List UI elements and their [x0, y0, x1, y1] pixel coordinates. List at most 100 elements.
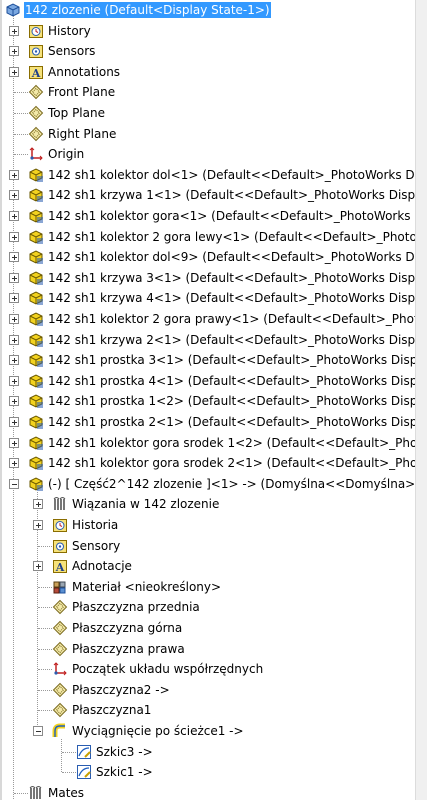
tree-connector — [38, 546, 52, 547]
part-feature-row[interactable]: Płaszczyzna przednia — [0, 597, 415, 617]
collapse-toggle[interactable] — [33, 726, 43, 736]
component-row[interactable]: 142 sh1 kolektor dol<1> (Default<<Defaul… — [0, 165, 415, 185]
component-row[interactable]: 142 sh1 prostka 2<1> (Default<<Default>_… — [0, 412, 415, 432]
component-row[interactable]: 142 sh1 kolektor gora srodek 1<2> (Defau… — [0, 433, 415, 453]
expand-toggle[interactable] — [9, 190, 19, 200]
component-label: 142 sh1 kolektor 2 gora lewy<1> (Default… — [48, 230, 415, 244]
component-label: 142 sh1 krzywa 1<1> (Default<<Default>_P… — [48, 188, 415, 202]
feature-label: Początek układu współrzędnych — [72, 662, 264, 676]
expand-toggle[interactable] — [9, 314, 19, 324]
tree-connector — [38, 690, 52, 691]
expand-toggle[interactable] — [9, 335, 19, 345]
component-row[interactable]: 142 sh1 prostka 1<2> (Default<<Default>_… — [0, 391, 415, 411]
component-row[interactable]: 142 sh1 krzywa 3<1> (Default<<Default>_P… — [0, 268, 415, 288]
tree-item-right-plane[interactable]: Right Plane — [0, 124, 415, 144]
tree-item-annotations[interactable]: A Annotations — [0, 62, 415, 82]
plane-icon — [52, 599, 68, 615]
part-feature-row[interactable]: Płaszczyzna górna — [0, 618, 415, 638]
expand-toggle[interactable] — [9, 376, 19, 386]
expand-toggle[interactable] — [9, 417, 19, 427]
component-row[interactable]: 142 sh1 kolektor dol<9> (Default<<Defaul… — [0, 247, 415, 267]
part-icon — [28, 187, 44, 203]
expand-toggle[interactable] — [9, 273, 19, 283]
part-feature-row[interactable]: Płaszczyzna prawa — [0, 639, 415, 659]
feature-label: Płaszczyzna2 -> — [72, 683, 170, 697]
component-row[interactable]: 142 sh1 krzywa 2<1> (Default<<Default>_P… — [0, 330, 415, 350]
plane-icon — [28, 105, 44, 121]
vertical-scrollbar[interactable] — [415, 0, 427, 800]
feature-label: Płaszczyzna prawa — [72, 642, 185, 656]
component-label: 142 sh1 kolektor dol<1> (Default<<Defaul… — [48, 168, 415, 182]
component-row[interactable]: 142 sh1 krzywa 1<1> (Default<<Default>_P… — [0, 185, 415, 205]
tree-item-top-plane[interactable]: Top Plane — [0, 103, 415, 123]
tree-item-mates[interactable]: Mates — [0, 783, 415, 800]
feature-label: Płaszczyzna górna — [72, 621, 183, 635]
expand-toggle[interactable] — [9, 438, 19, 448]
expand-toggle[interactable] — [9, 170, 19, 180]
component-label: 142 sh1 prostka 2<1> (Default<<Default>_… — [48, 415, 415, 429]
feature-label: Materiał <nieokreślony> — [72, 580, 222, 594]
expand-toggle[interactable] — [33, 499, 43, 509]
part-feature-row[interactable]: Wiązania w 142 zlozenie — [0, 494, 415, 514]
tree-connector — [14, 113, 28, 114]
tree-connector — [38, 587, 52, 588]
expand-toggle[interactable] — [9, 232, 19, 242]
part-feature-row[interactable]: Płaszczyzna2 -> — [0, 680, 415, 700]
component-label: 142 sh1 kolektor gora srodek 2<1> (Defau… — [48, 456, 415, 470]
expand-toggle[interactable] — [33, 561, 43, 571]
sketch-row[interactable]: Szkic3 -> — [0, 742, 415, 762]
sketch-row[interactable]: Szkic1 -> — [0, 762, 415, 782]
tree-item-origin[interactable]: Origin — [0, 144, 415, 164]
component-label: 142 sh1 prostka 3<1> (Default<<Default>_… — [48, 353, 415, 367]
virtual-part-row[interactable]: (-) [ Część2^142 zlozenie ]<1> -> (Domyś… — [0, 474, 415, 494]
expand-toggle[interactable] — [9, 396, 19, 406]
svg-text:A: A — [31, 67, 41, 80]
part-feature-row[interactable]: Początek układu współrzędnych — [0, 659, 415, 679]
expand-toggle[interactable] — [9, 46, 19, 56]
component-row[interactable]: 142 sh1 prostka 3<1> (Default<<Default>_… — [0, 350, 415, 370]
component-row[interactable]: 142 sh1 kolektor gora srodek 2<1> (Defau… — [0, 453, 415, 473]
component-label: 142 sh1 prostka 1<2> (Default<<Default>_… — [48, 394, 415, 408]
expand-toggle[interactable] — [9, 355, 19, 365]
collapse-toggle[interactable] — [9, 479, 19, 489]
node-label: Mates — [48, 786, 85, 800]
component-row[interactable]: 142 sh1 prostka 4<1> (Default<<Default>_… — [0, 371, 415, 391]
component-row[interactable]: 142 sh1 kolektor 2 gora lewy<1> (Default… — [0, 227, 415, 247]
tree-connector — [14, 134, 28, 135]
expand-toggle[interactable] — [9, 26, 19, 36]
tree-item-history[interactable]: History — [0, 21, 415, 41]
component-row[interactable]: 142 sh1 kolektor gora<1> (Default<<Defau… — [0, 206, 415, 226]
part-feature-row[interactable]: Materiał <nieokreślony> — [0, 577, 415, 597]
sweep-feature-row[interactable]: Wyciągnięcie po ścieżce1 -> — [0, 721, 415, 741]
expand-toggle[interactable] — [33, 520, 43, 530]
feature-label: Wyciągnięcie po ścieżce1 -> — [72, 724, 244, 738]
feature-manager-tree[interactable]: 142 zlozenie (Default<Display State-1>) H… — [0, 0, 415, 800]
part-feature-row[interactable]: A Adnotacje — [0, 556, 415, 576]
part-icon — [28, 393, 44, 409]
expand-toggle[interactable] — [9, 293, 19, 303]
part-icon — [28, 270, 44, 286]
plane-icon — [52, 682, 68, 698]
tree-connector — [14, 793, 28, 794]
part-feature-row[interactable]: Płaszczyzna1 — [0, 700, 415, 720]
part-feature-row[interactable]: Historia — [0, 515, 415, 535]
expand-toggle[interactable] — [9, 67, 19, 77]
tree-item-front-plane[interactable]: Front Plane — [0, 82, 415, 102]
component-label: 142 sh1 krzywa 2<1> (Default<<Default>_P… — [48, 333, 415, 347]
material-icon — [52, 579, 68, 595]
expand-toggle[interactable] — [9, 252, 19, 262]
annotations-icon: A — [28, 64, 44, 80]
expand-toggle[interactable] — [9, 211, 19, 221]
part-icon — [28, 229, 44, 245]
plane-icon — [52, 620, 68, 636]
feature-label: Sensory — [72, 539, 121, 553]
tree-item-sensors[interactable]: Sensors — [0, 41, 415, 61]
expand-toggle[interactable] — [9, 458, 19, 468]
tree-connector — [38, 649, 52, 650]
plane-icon — [28, 84, 44, 100]
part-icon — [28, 332, 44, 348]
component-row[interactable]: 142 sh1 kolektor 2 gora prawy<1> (Defaul… — [0, 309, 415, 329]
component-row[interactable]: 142 sh1 krzywa 4<1> (Default<<Default>_P… — [0, 288, 415, 308]
tree-root[interactable]: 142 zlozenie (Default<Display State-1>) — [0, 0, 415, 20]
part-feature-row[interactable]: Sensory — [0, 536, 415, 556]
